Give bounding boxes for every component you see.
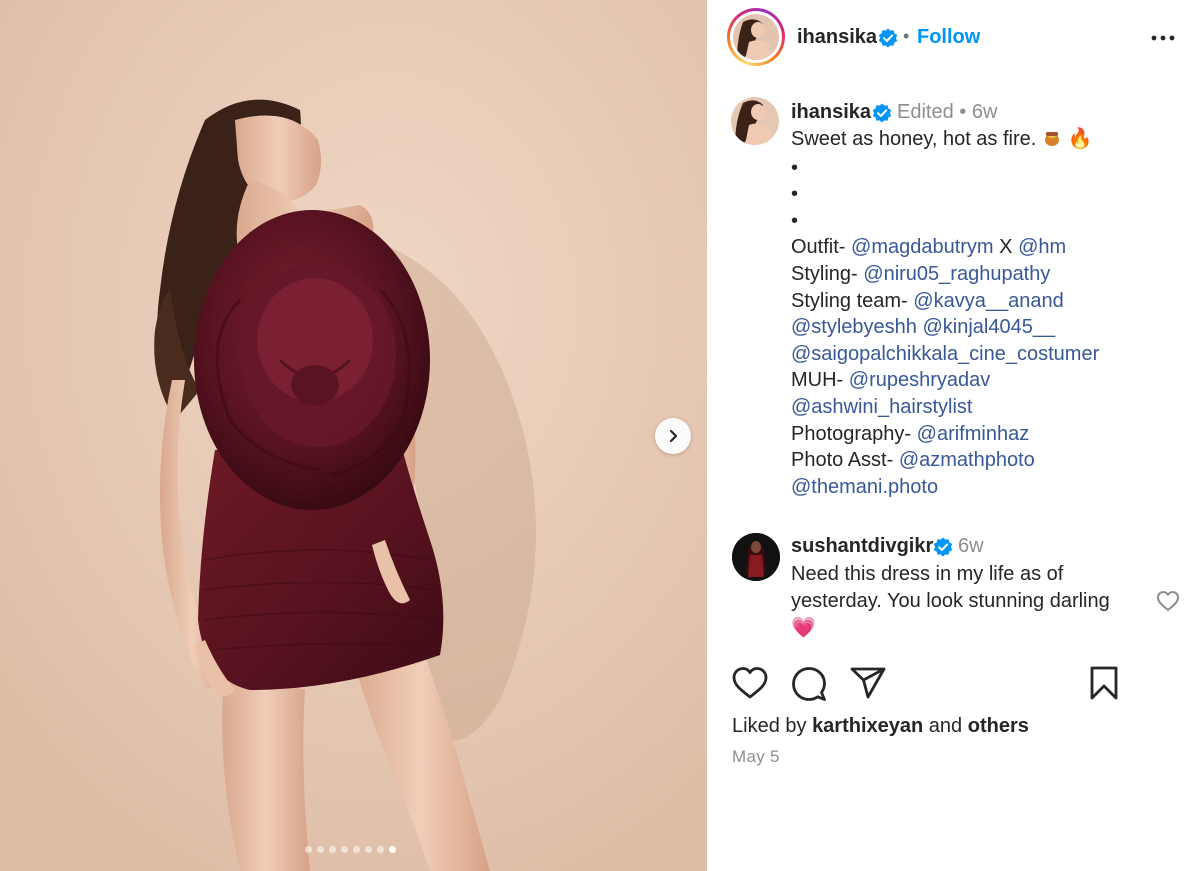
post-actions [707, 660, 1200, 710]
carousel-dot [305, 846, 312, 853]
mention-link[interactable]: @magdabutrym [851, 236, 994, 258]
more-options-icon [1151, 35, 1175, 41]
paper-plane-icon [850, 667, 886, 699]
follow-button[interactable]: Follow [917, 26, 980, 49]
liked-by-others[interactable]: others [968, 715, 1029, 737]
mention-link[interactable]: @stylebyeshh [791, 316, 917, 338]
carousel-dot [329, 846, 336, 853]
comment-like-button[interactable] [1156, 590, 1180, 617]
photography-label: Photography- [791, 422, 912, 445]
caption-main-text: Sweet as honey, hot as fire. [791, 128, 1037, 150]
commenter-avatar[interactable] [732, 533, 780, 581]
bullet: • [791, 209, 799, 232]
mention-link[interactable]: @ashwini_hairstylist [791, 396, 972, 418]
mention-link[interactable]: @kavya__anand [913, 290, 1063, 312]
post-media[interactable] [0, 0, 707, 871]
next-image-button[interactable] [655, 418, 691, 454]
fire-emoji: 🔥 [1067, 128, 1093, 150]
header-separator: • [903, 26, 910, 46]
carousel-dot [353, 846, 360, 853]
carousel-dot [377, 846, 384, 853]
post-date[interactable]: May 5 [732, 747, 780, 767]
verified-badge-icon [933, 537, 953, 562]
chevron-right-icon [669, 429, 678, 443]
styling-label: Styling- [791, 262, 858, 285]
edited-label: Edited [897, 101, 954, 123]
liked-by-user[interactable]: karthixeyan [812, 715, 923, 737]
mention-link[interactable]: @niru05_raghupathy [863, 263, 1050, 285]
carousel-dot [317, 846, 324, 853]
story-avatar[interactable] [727, 8, 785, 66]
caption-author-username[interactable]: ihansika [791, 101, 871, 124]
liked-by-prefix: Liked by [732, 715, 807, 737]
liked-by-text: Liked by karthixeyan and others [732, 715, 1029, 738]
heart-icon [1157, 591, 1179, 611]
comment-body: Need this dress in my life as of yesterd… [791, 563, 1110, 612]
commenter-username[interactable]: sushantdivgikr [791, 535, 933, 558]
like-button[interactable] [732, 666, 768, 705]
outfit-x: X [999, 236, 1013, 259]
heart-emoji: 💗 [791, 617, 816, 639]
carousel-dot [341, 846, 348, 853]
muh-label: MUH- [791, 369, 844, 392]
mention-link[interactable]: @hm [1018, 236, 1066, 258]
bullet: • [791, 183, 799, 206]
bookmark-icon [1090, 666, 1118, 700]
carousel-indicator [0, 846, 704, 853]
carousel-dot [365, 846, 372, 853]
comment-text: Need this dress in my life as of yesterd… [791, 561, 1141, 642]
caption-meta: Edited • 6w [897, 101, 997, 124]
photo-asst-label: Photo Asst- [791, 449, 894, 472]
outfit-label: Outfit- [791, 236, 846, 259]
comment-time[interactable]: 6w [958, 535, 984, 558]
post-photo [0, 0, 707, 871]
bullet: • [791, 156, 799, 179]
post-author-username[interactable]: ihansika [797, 26, 877, 49]
post-side-panel: ihansika • Follow ihansika Edited • 6w S… [707, 0, 1200, 871]
honey-pot-icon [1042, 127, 1062, 155]
more-options-button[interactable] [1149, 26, 1177, 50]
comment-button[interactable] [791, 666, 827, 707]
verified-badge-icon [878, 28, 898, 53]
carousel-dot [389, 846, 396, 853]
mention-link[interactable]: @arifminhaz [917, 423, 1030, 445]
caption-author-avatar[interactable] [731, 97, 779, 145]
styling-team-label: Styling team- [791, 289, 908, 312]
save-button[interactable] [1089, 666, 1119, 705]
mention-link[interactable]: @rupeshryadav [849, 369, 990, 391]
mention-link[interactable]: @saigopalchikkala_cine_costumer [791, 343, 1099, 365]
mention-link[interactable]: @themani.photo [791, 476, 938, 498]
liked-by-and: and [928, 715, 963, 737]
caption-time[interactable]: 6w [972, 101, 998, 123]
meta-separator: • [959, 101, 967, 123]
share-button[interactable] [850, 666, 886, 705]
caption-text: Sweet as honey, hot as fire. 🔥 • • • Out… [791, 126, 1099, 500]
mention-link[interactable]: @kinjal4045__ [922, 316, 1055, 338]
avatar [733, 14, 779, 60]
comment-bubble-icon [792, 667, 826, 701]
heart-icon [732, 667, 768, 699]
mention-link[interactable]: @azmathphoto [899, 449, 1035, 471]
post-header: ihansika • Follow [707, 0, 1200, 76]
verified-badge-icon [872, 103, 892, 128]
